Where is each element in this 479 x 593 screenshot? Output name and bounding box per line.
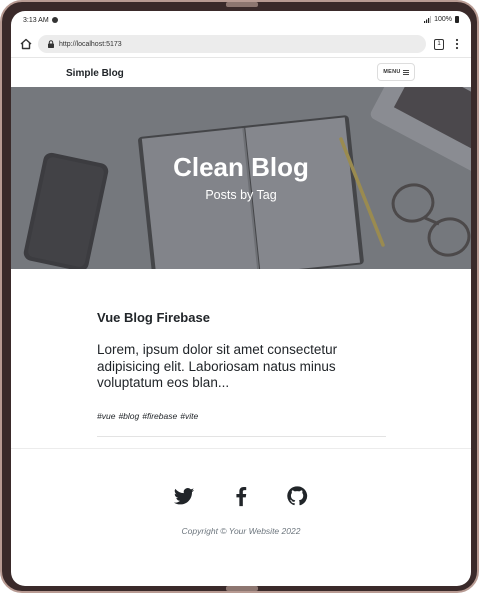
signal-icon — [424, 16, 432, 23]
copyright-text: Copyright © Your Website 2022 — [181, 526, 301, 536]
hero-title: Clean Blog — [173, 152, 309, 182]
tag-link-blog[interactable]: #blog — [118, 411, 139, 421]
home-icon[interactable] — [19, 37, 33, 51]
facebook-icon[interactable] — [230, 485, 252, 507]
hero-banner: Clean Blog Posts by Tag — [11, 87, 471, 269]
screen: 3:13 AM 100% http://localhost:5173 1 Sim… — [11, 11, 471, 586]
device-hinge — [226, 2, 258, 7]
lock-icon — [48, 40, 54, 48]
post-divider — [97, 436, 386, 437]
status-time: 3:13 AM — [23, 17, 58, 24]
more-options-icon[interactable] — [455, 38, 459, 50]
status-right: 100% — [424, 16, 459, 23]
site-brand[interactable]: Simple Blog — [66, 68, 124, 79]
tag-link-firebase[interactable]: #firebase — [142, 411, 177, 421]
battery-icon — [455, 16, 459, 23]
status-bar: 3:13 AM 100% — [11, 11, 471, 31]
url-text: http://localhost:5173 — [59, 40, 122, 48]
spotify-icon — [51, 17, 58, 23]
tag-link-vite[interactable]: #vite — [180, 411, 198, 421]
device-hinge — [226, 586, 258, 591]
address-bar[interactable]: http://localhost:5173 — [38, 35, 426, 53]
twitter-icon[interactable] — [173, 485, 195, 507]
tag-link-vue[interactable]: #vue — [97, 411, 115, 421]
post-title[interactable]: Vue Blog Firebase — [97, 310, 210, 325]
browser-toolbar: http://localhost:5173 1 — [11, 31, 471, 57]
menu-button[interactable]: MENU — [377, 63, 415, 81]
status-time-text: 3:13 AM — [23, 17, 49, 24]
battery-level: 100% — [434, 16, 452, 23]
tabs-icon[interactable]: 1 — [434, 39, 444, 50]
device-frame: 3:13 AM 100% http://localhost:5173 1 Sim… — [0, 0, 479, 593]
post-excerpt[interactable]: Lorem, ipsum dolor sit amet consectetur … — [97, 342, 367, 392]
hamburger-icon — [402, 69, 409, 75]
github-icon[interactable] — [286, 485, 308, 507]
post-tags: #vue #blog #firebase #vite — [97, 411, 201, 421]
tab-count: 1 — [437, 41, 441, 47]
menu-label: MENU — [383, 69, 401, 75]
hero-subtitle: Posts by Tag — [205, 188, 277, 202]
site-navbar: Simple Blog MENU — [11, 57, 471, 88]
footer-divider — [11, 448, 471, 449]
